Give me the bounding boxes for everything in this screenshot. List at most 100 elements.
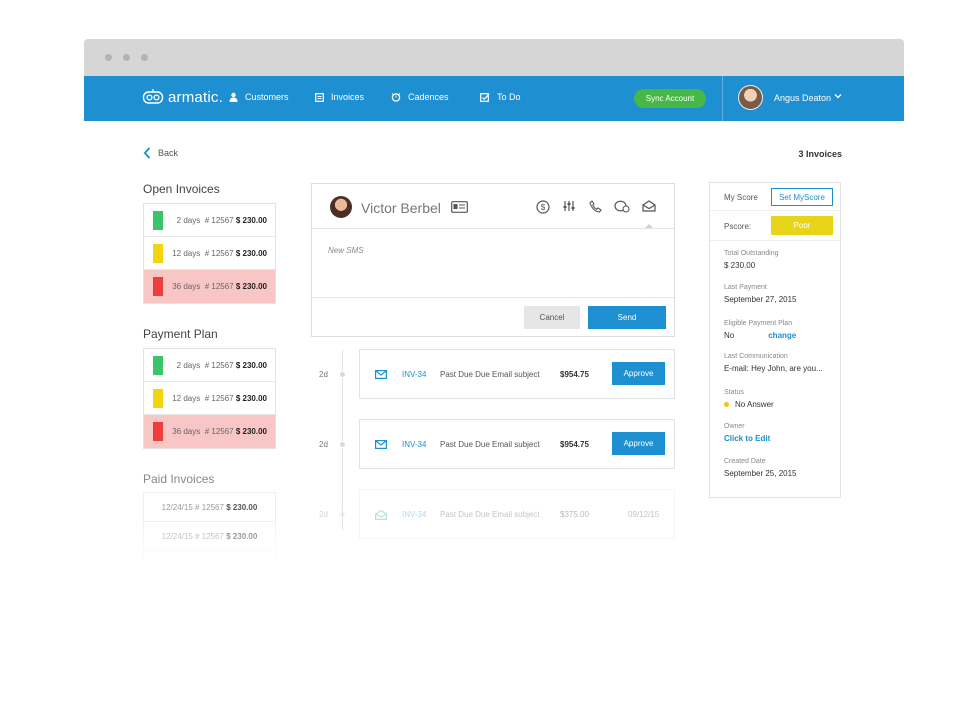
payment-plan-list: 2 days # 12567 $ 230.00 12 days # 12567 …	[143, 348, 276, 449]
back-link[interactable]: Back	[143, 147, 178, 159]
status-square-yellow	[153, 389, 163, 408]
activity-card: INV-34 Past Due Due Email subject $954.7…	[359, 349, 675, 399]
eligible-plan-field: Eligible Payment Plan No change	[724, 320, 796, 340]
sms-footer: Cancel Send	[312, 297, 674, 337]
paid-invoices-list: 12/24/15 # 12567 $ 230.00 12/24/15 # 125…	[143, 492, 276, 567]
owner-edit-link[interactable]: Click to Edit	[724, 434, 770, 443]
status-square-yellow	[153, 244, 163, 263]
payment-plan-row[interactable]: 12 days # 12567 $ 230.00	[144, 382, 275, 415]
sync-account-button[interactable]: Sync Account	[634, 89, 706, 108]
chevron-left-icon	[143, 147, 151, 159]
open-invoice-row[interactable]: 2 days # 12567 $ 230.00	[144, 204, 275, 237]
open-invoices-title: Open Invoices	[143, 182, 220, 196]
timeline-dot	[339, 441, 346, 448]
nav-customers[interactable]: Customers	[229, 92, 289, 102]
nav-cadences[interactable]: Cadences	[391, 92, 449, 102]
timeline-dot	[339, 371, 346, 378]
last-communication-field: Last Communication E-mail: Hey John, are…	[724, 353, 823, 373]
activity-amount: $375.00	[560, 510, 589, 519]
timeline-age: 2d	[319, 370, 328, 379]
invoice-text: 12 days # 12567 $ 230.00	[172, 249, 267, 258]
activity-invoice-link[interactable]: INV-34	[402, 370, 426, 379]
field-label: Eligible Payment Plan	[724, 320, 793, 327]
field-label: Owner	[724, 423, 745, 430]
pscore-badge: Poor	[771, 216, 833, 235]
mail-open-icon	[375, 510, 387, 520]
sliders-icon[interactable]	[563, 200, 575, 212]
payment-plan-row[interactable]: 2 days # 12567 $ 230.00	[144, 349, 275, 382]
invoice-text: 2 days # 12567 $ 230.00	[176, 361, 267, 370]
payment-plan-row[interactable]: 36 days # 12567 $ 230.00	[144, 415, 275, 448]
open-envelope-icon[interactable]	[642, 200, 656, 212]
field-label: Total Outstanding	[724, 250, 779, 257]
active-tab-caret	[645, 224, 653, 228]
timeline-dot	[339, 511, 346, 518]
paid-invoice-row[interactable]: 12/24/15 # 12567 $ 230.00	[144, 522, 275, 551]
paid-invoices-title: Paid Invoices	[143, 472, 215, 486]
field-value: $ 230.00	[724, 261, 756, 270]
logo-text: armatic.	[168, 88, 223, 106]
mail-icon	[375, 370, 387, 379]
nav-invoices-label: Invoices	[331, 92, 365, 102]
field-label: Last Payment	[724, 284, 767, 291]
user-avatar[interactable]	[738, 85, 763, 110]
user-name[interactable]: Angus Deaton	[774, 93, 831, 103]
approve-button[interactable]: Approve	[612, 432, 665, 455]
status-square-red	[153, 422, 163, 441]
chevron-down-icon[interactable]	[834, 93, 842, 99]
activity-invoice-link[interactable]: INV-34	[402, 440, 426, 449]
dollar-icon[interactable]: $	[536, 200, 550, 214]
status-square-red	[153, 277, 163, 296]
activity-invoice-link[interactable]: INV-34	[402, 510, 426, 519]
eligible-value: No	[724, 331, 735, 340]
robot-logo-icon	[142, 89, 164, 104]
svg-text:$: $	[541, 203, 546, 212]
my-score-label: My Score	[724, 193, 758, 202]
paid-invoice-row[interactable]: 12/24/15 # 12567 $ 230.00	[144, 493, 275, 522]
activity-subject: Past Due Due Email subject	[440, 370, 540, 379]
cancel-button[interactable]: Cancel	[524, 306, 580, 329]
field-label: Last Communication	[724, 353, 788, 360]
last-payment-field: Last Payment September 27, 2015	[724, 284, 797, 304]
customers-icon	[229, 92, 238, 102]
nav-customers-label: Customers	[245, 92, 289, 102]
activity-card: INV-34 Past Due Due Email subject $375.0…	[359, 489, 675, 539]
open-invoice-row[interactable]: 36 days # 12567 $ 230.00	[144, 270, 275, 303]
invoice-text: 12 days # 12567 $ 230.00	[172, 394, 267, 403]
contact-card-icon[interactable]	[451, 201, 468, 213]
invoice-count: 3 Invoices	[798, 149, 842, 159]
contact-name: Victor Berbel	[361, 200, 441, 216]
timeline-age: 2d	[319, 510, 328, 519]
field-value: E-mail: Hey John, are you...	[724, 364, 823, 373]
payment-plan-title: Payment Plan	[143, 327, 218, 341]
change-link[interactable]: change	[768, 331, 796, 340]
nav-todo-label: To Do	[497, 92, 521, 102]
cadences-icon	[391, 93, 401, 102]
set-myscore-button[interactable]: Set MyScore	[771, 188, 833, 206]
pscore-label: Pscore:	[724, 222, 752, 231]
chat-icon[interactable]	[614, 200, 630, 213]
field-value-row: No change	[724, 331, 796, 340]
window-dot-maximize[interactable]	[141, 54, 148, 61]
window-dot-minimize[interactable]	[123, 54, 130, 61]
send-button[interactable]: Send	[588, 306, 666, 329]
contact-header: Victor Berbel $	[312, 184, 674, 229]
open-invoice-row[interactable]: 12 days # 12567 $ 230.00	[144, 237, 275, 270]
app-logo[interactable]: armatic.	[142, 88, 223, 106]
status-dot	[724, 402, 729, 408]
window-dot-close[interactable]	[105, 54, 112, 61]
sms-input[interactable]: New SMS	[328, 246, 364, 255]
nav-divider	[722, 76, 723, 121]
activity-subject: Past Due Due Email subject	[440, 440, 540, 449]
approve-button[interactable]: Approve	[612, 362, 665, 385]
nav-todo[interactable]: To Do	[480, 92, 521, 102]
created-date-field: Created Date September 25, 2015	[724, 458, 797, 478]
phone-icon[interactable]	[589, 200, 602, 213]
status-value: No Answer	[735, 400, 774, 409]
nav-invoices[interactable]: Invoices	[315, 92, 364, 102]
activity-subject: Past Due Due Email subject	[440, 510, 540, 519]
back-label: Back	[158, 148, 179, 158]
field-value-row: No Answer	[724, 400, 774, 409]
nav-cadences-label: Cadences	[408, 92, 449, 102]
activity-card: INV-34 Past Due Due Email subject $954.7…	[359, 419, 675, 469]
